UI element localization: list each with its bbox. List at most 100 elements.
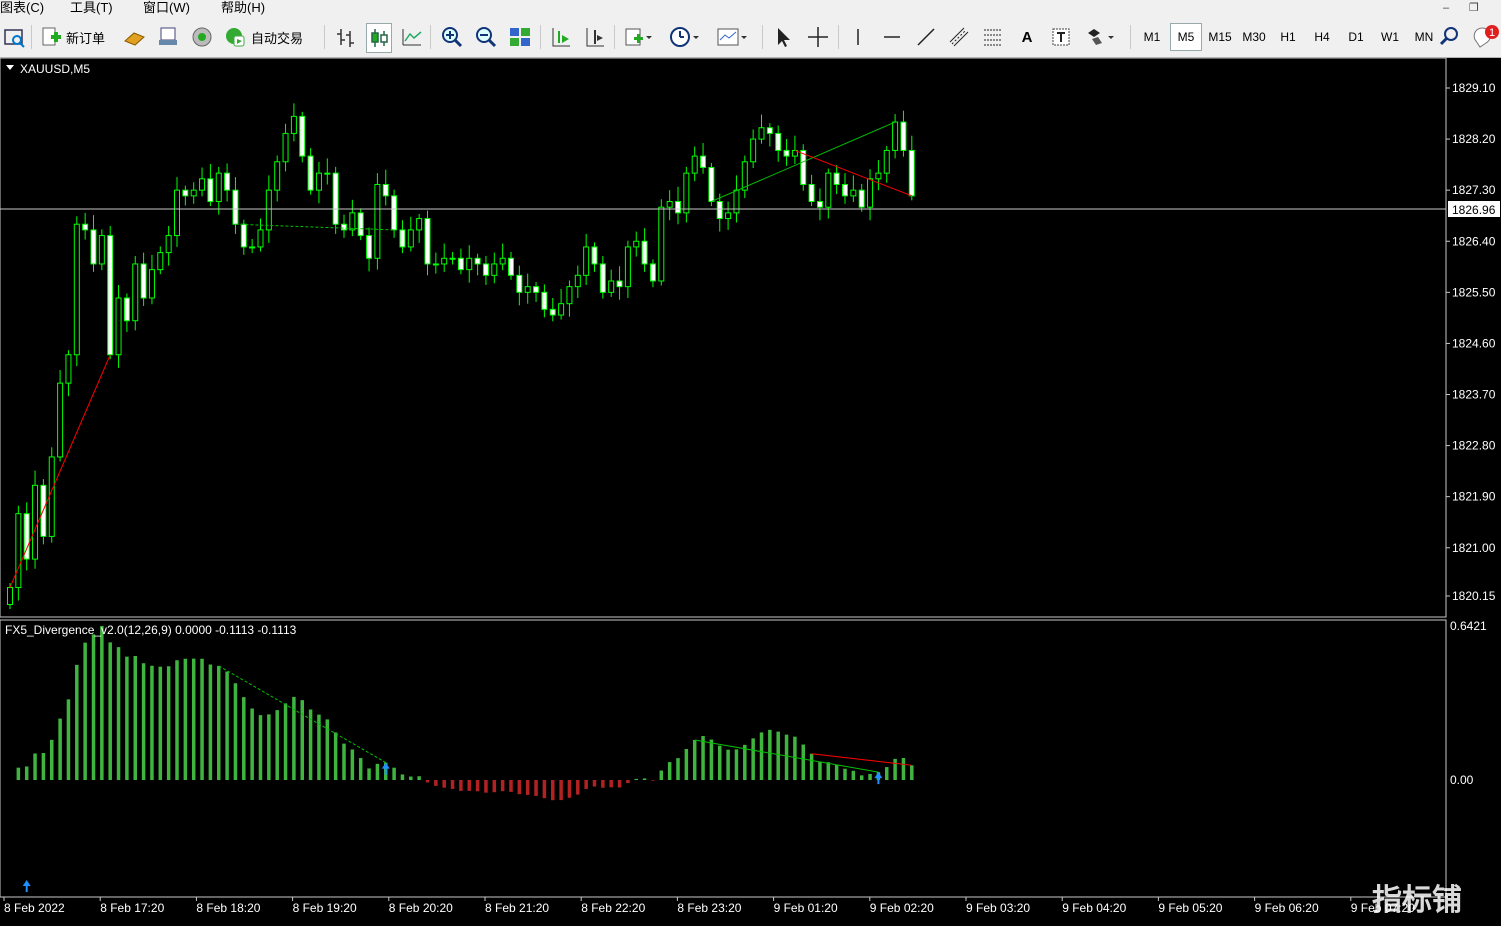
candle-body bbox=[457, 257, 464, 271]
tile-windows-icon[interactable] bbox=[508, 23, 532, 51]
candle-body bbox=[716, 201, 723, 220]
periods-icon[interactable] bbox=[668, 23, 702, 51]
candle-body bbox=[583, 246, 590, 276]
indicator-pane[interactable] bbox=[0, 619, 1447, 898]
equidistant-channel-icon[interactable] bbox=[947, 23, 971, 51]
candle-body bbox=[399, 229, 406, 248]
menu-help[interactable]: 帮助(H) bbox=[221, 0, 265, 16]
arrows-icon[interactable] bbox=[1084, 23, 1120, 51]
price-tick-label: 1826.40 bbox=[1452, 234, 1496, 248]
time-tick-label: 8 Feb 22:20 bbox=[581, 901, 645, 915]
candle-body bbox=[892, 121, 899, 151]
time-tick-label: 8 Feb 17:20 bbox=[100, 901, 164, 915]
menu-window[interactable]: 窗口(W) bbox=[143, 0, 190, 16]
candle-body bbox=[73, 223, 80, 356]
price-tick-label: 1821.90 bbox=[1452, 490, 1496, 504]
watermark: 指标铺 bbox=[1372, 883, 1462, 918]
candle-body bbox=[315, 172, 322, 191]
timeframe-h1[interactable]: H1 bbox=[1272, 23, 1304, 51]
auto-scroll-icon[interactable] bbox=[549, 23, 573, 51]
candle-body bbox=[366, 235, 373, 259]
candle-body bbox=[624, 246, 631, 288]
market-watch-icon[interactable] bbox=[190, 23, 214, 51]
candle-body bbox=[558, 303, 565, 316]
price-tick-label: 1825.50 bbox=[1452, 285, 1496, 299]
horizontal-line-icon[interactable] bbox=[880, 23, 904, 51]
time-axis: 8 Feb 2022 8 Feb 17:20 8 Feb 18:20 8 Feb 19… bbox=[3, 897, 1415, 915]
crosshair-icon[interactable] bbox=[806, 23, 830, 51]
auto-trading-label: 自动交易 bbox=[251, 30, 304, 46]
indicators-icon[interactable] bbox=[623, 23, 653, 51]
menu-bar: 图表(C) 工具(T) 窗口(W) 帮助(H) – ❐ bbox=[0, 0, 1501, 17]
candle-body bbox=[700, 155, 707, 168]
candle-body bbox=[591, 246, 598, 265]
candle-body bbox=[174, 189, 180, 237]
text-label-icon[interactable] bbox=[1049, 23, 1073, 51]
candle bbox=[357, 208, 364, 241]
candle-body bbox=[675, 201, 681, 214]
time-tick-label: 9 Feb 03:20 bbox=[966, 901, 1030, 915]
auto-trading-button[interactable]: 自动交易 bbox=[223, 23, 303, 51]
candle-body bbox=[107, 235, 114, 356]
timeframe-m5[interactable]: M5 bbox=[1170, 23, 1202, 51]
candle-body bbox=[491, 263, 498, 276]
zoom-in-icon[interactable] bbox=[440, 23, 464, 51]
restore-button[interactable]: ❐ bbox=[1469, 0, 1479, 16]
candle bbox=[32, 470, 39, 569]
candle-body bbox=[382, 183, 389, 197]
new-order-button[interactable]: 新订单 bbox=[40, 23, 105, 51]
candle bbox=[332, 166, 339, 234]
timeframe-d1[interactable]: D1 bbox=[1340, 23, 1372, 51]
chart-properties-icon[interactable] bbox=[2, 23, 26, 51]
candle-body bbox=[758, 127, 765, 140]
menu-chart[interactable]: 图表(C) bbox=[0, 0, 44, 16]
candle-body bbox=[633, 240, 640, 248]
line-chart-icon[interactable] bbox=[400, 23, 424, 51]
candle-body bbox=[407, 229, 414, 248]
trendline-icon[interactable] bbox=[914, 23, 938, 51]
cursor-icon[interactable] bbox=[771, 23, 795, 51]
candle bbox=[40, 479, 47, 545]
chart-window[interactable]: 1829.10 1828.20 1827.30 1826.40 1825.50 1824.… bbox=[0, 57, 1501, 921]
notifications-icon[interactable]: 1 bbox=[1472, 23, 1501, 51]
indicator-tick-label: 0.6421 bbox=[1450, 619, 1487, 633]
timeframe-mn[interactable]: MN bbox=[1408, 23, 1440, 51]
candle bbox=[299, 111, 306, 163]
zoom-out-icon[interactable] bbox=[474, 23, 498, 51]
candle-body bbox=[867, 178, 874, 208]
time-tick-label: 8 Feb 19:20 bbox=[293, 901, 357, 915]
vertical-line-icon[interactable] bbox=[846, 23, 870, 51]
candle-body bbox=[249, 246, 256, 249]
candle-body bbox=[332, 172, 339, 225]
search-icon[interactable] bbox=[1437, 23, 1461, 51]
price-tick-label: 1820.15 bbox=[1452, 589, 1496, 603]
timeframe-h4[interactable]: H4 bbox=[1306, 23, 1338, 51]
minimize-button[interactable]: – bbox=[1443, 0, 1449, 16]
time-tick-label: 8 Feb 23:20 bbox=[677, 901, 741, 915]
candle-body bbox=[783, 149, 790, 157]
timeframe-w1[interactable]: W1 bbox=[1374, 23, 1406, 51]
chart-canvas[interactable]: 1829.10 1828.20 1827.30 1826.40 1825.50 1824.… bbox=[0, 57, 1501, 921]
timeframe-m30[interactable]: M30 bbox=[1238, 23, 1270, 51]
menu-tools[interactable]: 工具(T) bbox=[70, 0, 113, 16]
toolbar: 新订单 自动交易 A 1 M1 M5 M15 M30 H1 H4 D1 W1 M… bbox=[0, 17, 1501, 58]
main-pane[interactable] bbox=[0, 57, 1447, 618]
bar-chart-icon[interactable] bbox=[334, 23, 358, 51]
timeframe-m15[interactable]: M15 bbox=[1204, 23, 1236, 51]
candle-body bbox=[566, 286, 573, 305]
timeframe-m1[interactable]: M1 bbox=[1136, 23, 1168, 51]
fibonacci-icon[interactable] bbox=[981, 23, 1005, 51]
chart-shift-icon[interactable] bbox=[583, 23, 607, 51]
candlestick-chart-icon[interactable] bbox=[366, 23, 392, 53]
candle-body bbox=[449, 257, 456, 260]
candle-body bbox=[307, 155, 314, 191]
time-tick-label: 8 Feb 21:20 bbox=[485, 901, 549, 915]
candle-body bbox=[850, 189, 857, 197]
templates-icon[interactable] bbox=[716, 23, 750, 51]
gold-icon[interactable] bbox=[122, 23, 146, 51]
terminal-icon[interactable] bbox=[156, 23, 180, 51]
auto-trading-icon bbox=[226, 28, 245, 47]
candle-body bbox=[165, 235, 172, 254]
text-tool-button[interactable]: A bbox=[1015, 23, 1039, 51]
candle-body bbox=[341, 223, 347, 231]
